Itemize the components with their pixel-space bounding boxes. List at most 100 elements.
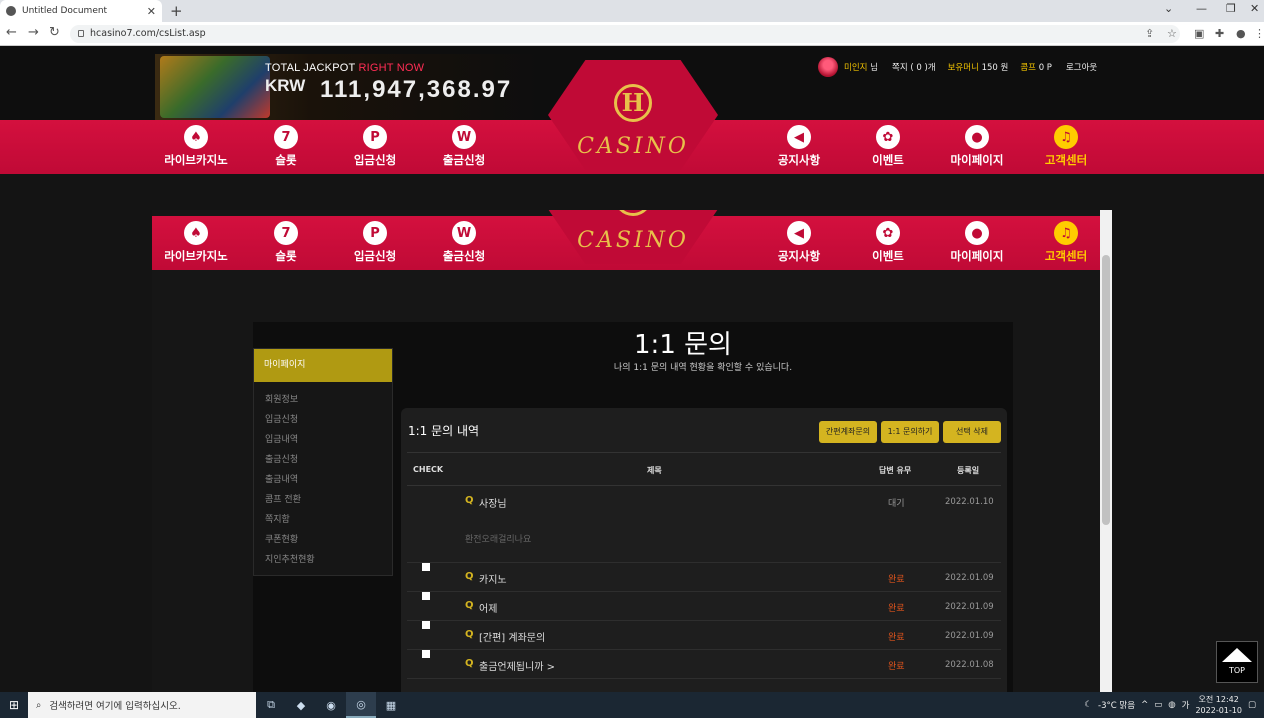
profile-icon[interactable]: ● xyxy=(1236,27,1246,40)
seven-icon: 7 xyxy=(274,221,298,245)
weather-text[interactable]: -3°C 맑음 xyxy=(1098,699,1135,711)
sidebar-item-coupons[interactable]: 쿠폰현황 xyxy=(254,530,392,550)
menu-label: 라이브카지노 xyxy=(164,153,228,167)
scrollbar-thumb[interactable] xyxy=(1102,255,1110,525)
menu-deposit[interactable]: P 입금신청 xyxy=(330,120,420,168)
volume-icon[interactable]: ◍ xyxy=(1168,700,1175,710)
messages-link[interactable]: 쪽지 ( 0 )개 xyxy=(892,61,936,73)
frame-menu-withdraw[interactable]: W 출금신청 xyxy=(419,216,509,264)
logo-script: CASINO xyxy=(577,134,689,159)
delete-selected-button[interactable]: 선택 삭제 xyxy=(943,421,1001,443)
user-avatar-icon xyxy=(818,57,838,77)
sidebar-item-deposit-request[interactable]: 입금신청 xyxy=(254,410,392,430)
notification-icon[interactable]: ▢ xyxy=(1248,700,1256,710)
minimize-button[interactable]: — xyxy=(1196,2,1207,15)
calculator-icon[interactable]: ▦ xyxy=(376,692,406,718)
table-header: CHECK 제목 답변 유무 등록일 xyxy=(407,452,1001,486)
menu-support[interactable]: ♫ 고객센터 xyxy=(1021,120,1111,168)
chrome-icon[interactable]: ◎ xyxy=(346,692,376,718)
table-row[interactable]: Q 카지노 완료 2022.01.09 xyxy=(407,563,1001,592)
tab-search-icon[interactable]: ⌄ xyxy=(1164,2,1173,15)
user-icon: ● xyxy=(965,221,989,245)
clock[interactable]: 오전 12:42 2022-01-10 xyxy=(1195,694,1242,716)
frame-logo[interactable]: H CASINO xyxy=(540,210,726,270)
tray-chevron-icon[interactable]: ^ xyxy=(1141,700,1148,710)
frame-menu-support[interactable]: ♫ 고객센터 xyxy=(1021,216,1100,264)
menu-event[interactable]: ✿ 이벤트 xyxy=(843,120,933,168)
close-window-button[interactable]: ✕ xyxy=(1250,2,1259,15)
reload-icon[interactable]: ↻ xyxy=(49,25,60,40)
tab-close-icon[interactable]: ✕ xyxy=(147,5,156,18)
menu-label: 슬롯 xyxy=(275,153,297,167)
browser-tab[interactable]: Untitled Document ✕ xyxy=(0,0,162,22)
menu-dots-icon[interactable]: ⋮ xyxy=(1254,27,1264,40)
row-checkbox[interactable] xyxy=(422,650,430,658)
jackpot-right-now: RIGHT NOW xyxy=(358,62,425,74)
sidebar-item-referrals[interactable]: 지인추천현황 xyxy=(254,550,392,570)
menu-label: 출금신청 xyxy=(442,249,486,263)
menu-slot[interactable]: 7 슬롯 xyxy=(241,120,331,168)
extension-icon[interactable]: ▣ xyxy=(1194,27,1204,40)
row-subject[interactable]: 어제 xyxy=(479,600,497,615)
row-subject[interactable]: 사장님 xyxy=(479,495,507,510)
menu-live-casino[interactable]: ♠ 라이브카지노 xyxy=(151,120,241,168)
frame-menu-deposit[interactable]: P 입금신청 xyxy=(330,216,420,264)
url-field[interactable]: hcasino7.com/csList.asp xyxy=(70,25,1180,43)
new-inquiry-button[interactable]: 1:1 문의하기 xyxy=(881,421,939,443)
logout-link[interactable]: 로그아웃 xyxy=(1066,61,1097,73)
network-icon[interactable]: ▭ xyxy=(1154,700,1162,710)
taskbar-search-input[interactable]: ⌕ 검색하려면 여기에 입력하십시오. xyxy=(28,692,256,718)
sidebar-item-withdraw-history[interactable]: 출금내역 xyxy=(254,470,392,490)
row-subject[interactable]: 출금언제됩니까 > xyxy=(479,658,555,673)
inquiry-table: CHECK 제목 답변 유무 등록일 Q 사장님 대기 2022.01.10 환… xyxy=(407,452,1001,679)
page-scrollbar[interactable] xyxy=(1100,210,1112,692)
frame-menu-slot[interactable]: 7 슬롯 xyxy=(241,216,331,264)
sidebar-item-member-info[interactable]: 회원정보 xyxy=(254,390,392,410)
frame-menu-live-casino[interactable]: ♠ 라이브카지노 xyxy=(152,216,241,264)
col-date: 등록일 xyxy=(957,466,980,475)
frame-menu-notice[interactable]: ◀ 공지사항 xyxy=(754,216,844,264)
money-value: 150 원 xyxy=(981,63,1009,73)
menu-mypage[interactable]: ● 마이페이지 xyxy=(932,120,1022,168)
sidebar-item-comp-convert[interactable]: 콤프 전환 xyxy=(254,490,392,510)
app-icon[interactable]: ◆ xyxy=(286,692,316,718)
table-row[interactable]: Q 출금언제됩니까 > 완료 2022.01.08 xyxy=(407,650,1001,679)
headset-icon: ♫ xyxy=(1054,221,1078,245)
new-tab-button[interactable]: + xyxy=(170,2,183,20)
maximize-button[interactable]: ❐ xyxy=(1226,2,1236,15)
logo-script: CASINO xyxy=(577,228,689,253)
table-row[interactable]: Q 사장님 대기 2022.01.10 환전오래걸리나요 xyxy=(407,486,1001,563)
edge-icon[interactable]: ◉ xyxy=(316,692,346,718)
scroll-top-button[interactable]: TOP xyxy=(1216,641,1258,683)
table-row[interactable]: Q [간편] 계좌문의 완료 2022.01.09 xyxy=(407,621,1001,650)
back-icon[interactable]: ← xyxy=(6,25,17,40)
puzzle-icon[interactable]: ✚ xyxy=(1215,27,1224,40)
account-inquiry-button[interactable]: 간편계좌문의 xyxy=(819,421,877,443)
menu-notice[interactable]: ◀ 공지사항 xyxy=(754,120,844,168)
sidebar-item-withdraw-request[interactable]: 출금신청 xyxy=(254,450,392,470)
sidebar-item-deposit-history[interactable]: 입금내역 xyxy=(254,430,392,450)
spade-icon: ♠ xyxy=(184,125,208,149)
share-icon[interactable]: ⇪ xyxy=(1145,27,1154,40)
windows-start-icon[interactable]: ⊞ xyxy=(0,692,28,718)
row-checkbox[interactable] xyxy=(422,621,430,629)
ime-icon[interactable]: 가 xyxy=(1182,699,1190,711)
site-logo[interactable]: H CASINO xyxy=(540,56,726,176)
sidebar-title: 마이페이지 xyxy=(254,349,392,382)
row-checkbox[interactable] xyxy=(422,592,430,600)
bookmark-star-icon[interactable]: ☆ xyxy=(1167,27,1177,40)
forward-icon[interactable]: → xyxy=(28,25,39,40)
sidebar-item-messages[interactable]: 쪽지함 xyxy=(254,510,392,530)
lock-icon[interactable] xyxy=(78,30,84,37)
flower-icon: ✿ xyxy=(876,125,900,149)
frame-menu-event[interactable]: ✿ 이벤트 xyxy=(843,216,933,264)
table-row[interactable]: Q 어제 완료 2022.01.09 xyxy=(407,592,1001,621)
row-subject[interactable]: 카지노 xyxy=(479,571,507,586)
row-checkbox[interactable] xyxy=(422,563,430,571)
frame-menu-mypage[interactable]: ● 마이페이지 xyxy=(932,216,1022,264)
logo-emblem: H xyxy=(614,84,652,122)
row-subject[interactable]: [간편] 계좌문의 xyxy=(479,629,545,644)
menu-label: 마이페이지 xyxy=(950,249,1004,263)
task-view-icon[interactable]: ⧉ xyxy=(256,692,286,718)
menu-withdraw[interactable]: W 출금신청 xyxy=(419,120,509,168)
